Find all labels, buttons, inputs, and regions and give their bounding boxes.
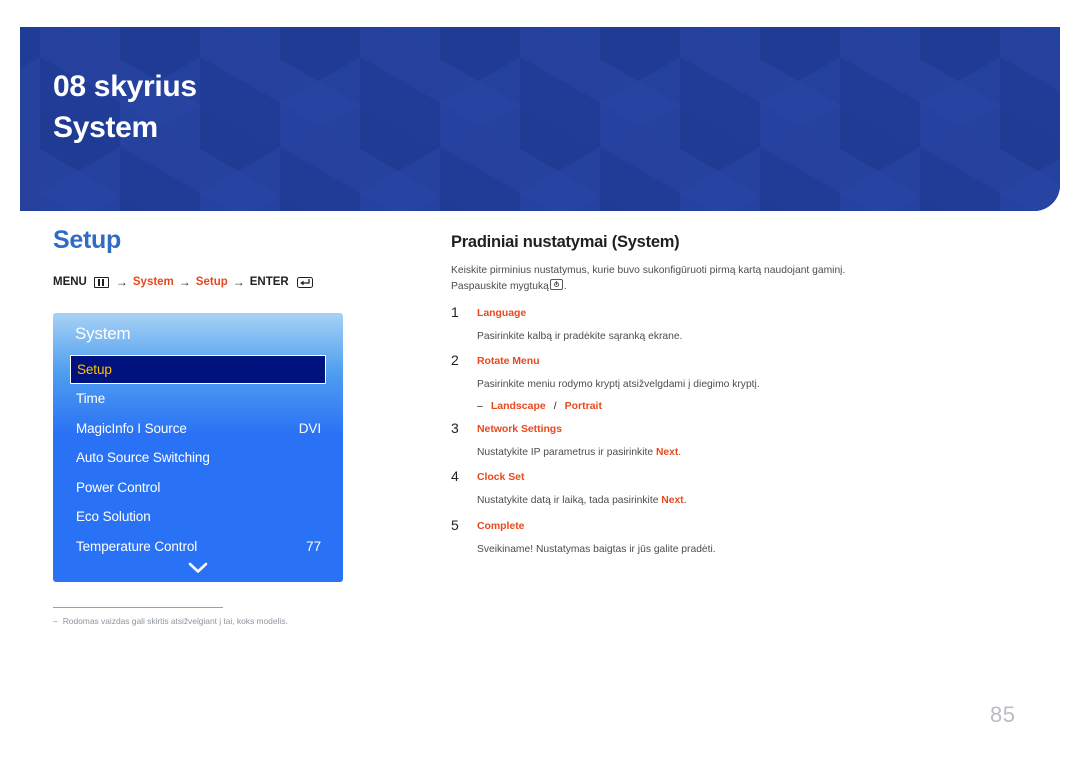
step-number: 5 — [451, 516, 459, 533]
steps-list: 1 Language Pasirinkite kalbą ir pradėkit… — [451, 305, 871, 557]
step-item: 5 Complete Sveikiname! Nustatymas baigta… — [451, 516, 871, 557]
osd-item-label: Eco Solution — [76, 509, 151, 525]
step-number: 3 — [451, 419, 459, 436]
step-heading: Complete — [477, 519, 525, 532]
page-number: 85 — [990, 702, 1016, 727]
osd-item-label: Temperature Control — [76, 538, 198, 554]
step-item: 2 Rotate Menu Pasirinkite meniu rodymo k… — [451, 352, 871, 412]
osd-item-power-control[interactable]: Power Control — [53, 473, 343, 503]
right-column: Pradiniai nustatymai (System) Keiskite p… — [451, 233, 871, 557]
step-heading: Network Settings — [477, 422, 562, 435]
chevron-down-icon — [188, 562, 208, 573]
sub-option-portrait: Portrait — [564, 399, 602, 412]
left-column: Setup MENU → System → Setup → ENTER — [53, 228, 413, 289]
page-title: Setup — [53, 226, 121, 254]
osd-item-eco-solution[interactable]: Eco Solution — [53, 502, 343, 532]
breadcrumb-enter-label: ENTER — [249, 276, 289, 288]
step-text-before: Pasirinkite meniu rodymo kryptį atsižvel… — [477, 379, 760, 391]
step-body: Complete Sveikiname! Nustatymas baigtas … — [477, 518, 871, 557]
sub-option-separator: / — [553, 399, 557, 412]
osd-item-label: Power Control — [76, 479, 161, 495]
step-text-before: Pasirinkite kalbą ir pradėkite sąranką e… — [477, 331, 683, 343]
step-number: 4 — [451, 468, 459, 485]
chapter-banner: 08 skyrius System — [20, 27, 1060, 211]
breadcrumb-arrow-1: → — [115, 275, 128, 289]
sub-option-dash: – — [477, 399, 483, 412]
osd-item-label: Auto Source Switching — [76, 450, 210, 466]
footnote-block: – Rodomas vaizdas gali skirtis atsižvelg… — [53, 607, 353, 626]
step-item: 4 Clock Set Nustatykite datą ir laiką, t… — [451, 469, 871, 508]
step-heading: Language — [477, 307, 527, 320]
step-body: Network Settings Nustatykite IP parametr… — [477, 421, 871, 460]
step-highlight: Next — [655, 446, 679, 458]
chapter-label: 08 skyrius — [53, 70, 197, 103]
osd-scroll-down-button[interactable] — [53, 562, 343, 574]
osd-item-auto-source-switching[interactable]: Auto Source Switching — [53, 443, 343, 473]
step-text-before: Nustatykite IP parametrus ir pasirinkite — [477, 446, 656, 458]
right-description-text: Keiskite pirminius nustatymus, kurie buv… — [451, 265, 846, 293]
step-heading: Rotate Menu — [477, 355, 540, 368]
footnote-dash: – — [53, 616, 58, 626]
osd-item-time[interactable]: Time — [53, 384, 343, 414]
step-body: Language Pasirinkite kalbą ir pradėkite … — [477, 305, 871, 344]
step-heading: Clock Set — [477, 471, 525, 484]
breadcrumb-item-system[interactable]: System — [133, 276, 174, 288]
osd-item-temperature-control[interactable]: Temperature Control 77 — [53, 532, 343, 562]
footnote-divider — [53, 607, 223, 608]
right-section-title: Pradiniai nustatymai (System) — [451, 233, 680, 251]
step-highlight: Next — [661, 495, 684, 507]
step-number: 1 — [451, 304, 459, 321]
banner-title-block: 08 skyrius System — [53, 71, 197, 143]
step-item: 3 Network Settings Nustatykite IP parame… — [451, 419, 871, 460]
breadcrumb: MENU → System → Setup → ENTER — [53, 275, 413, 289]
step-text-before: Sveikiname! Nustatymas baigtas ir jūs ga… — [477, 543, 716, 555]
step-text: Nustatykite IP parametrus ir pasirinkite… — [477, 445, 871, 460]
osd-panel-title: System — [75, 324, 131, 343]
osd-item-magicinfo-i-source[interactable]: MagicInfo I Source DVI — [53, 414, 343, 444]
right-description: Keiskite pirminius nustatymus, kurie buv… — [451, 263, 871, 295]
breadcrumb-arrow-2: → — [178, 275, 191, 289]
breadcrumb-item-setup[interactable]: Setup — [196, 276, 228, 288]
osd-item-setup[interactable]: Setup — [70, 355, 326, 384]
step-text-after: . — [683, 495, 687, 507]
menu-grid-icon — [93, 276, 109, 288]
step-sub-options: – Landscape / Portrait — [477, 400, 871, 412]
right-description-text-end: . — [563, 281, 567, 293]
step-text: Sveikiname! Nustatymas baigtas ir jūs ga… — [477, 542, 871, 557]
power-button-icon — [549, 279, 563, 291]
step-number: 2 — [451, 352, 459, 369]
osd-menu-list: Setup Time MagicInfo I Source DVI Auto S… — [53, 355, 343, 561]
footnote-text: Rodomas vaizdas gali skirtis atsižvelgia… — [62, 616, 288, 626]
breadcrumb-arrow-3: → — [232, 275, 245, 289]
step-item: 1 Language Pasirinkite kalbą ir pradėkit… — [451, 305, 871, 344]
breadcrumb-menu-label: MENU — [53, 276, 87, 288]
step-body: Rotate Menu Pasirinkite meniu rodymo kry… — [477, 353, 871, 411]
step-text-after: . — [678, 446, 682, 458]
osd-item-value: 77 — [306, 538, 321, 554]
step-text-before: Nustatykite datą ir laiką, tada pasirink… — [477, 495, 662, 507]
osd-menu-panel: System Setup Time MagicInfo I Source DVI… — [53, 313, 343, 582]
step-text: Nustatykite datą ir laiką, tada pasirink… — [477, 493, 871, 508]
step-text: Pasirinkite kalbą ir pradėkite sąranką e… — [477, 329, 871, 344]
osd-item-label: Setup — [77, 362, 112, 377]
osd-item-label: MagicInfo I Source — [76, 420, 187, 436]
osd-item-value: DVI — [298, 420, 321, 436]
step-text: Pasirinkite meniu rodymo kryptį atsižvel… — [477, 377, 871, 392]
footnote: – Rodomas vaizdas gali skirtis atsižvelg… — [53, 616, 353, 626]
chapter-title: System — [53, 110, 158, 144]
step-body: Clock Set Nustatykite datą ir laiką, tad… — [477, 469, 871, 508]
sub-option-landscape: Landscape — [490, 399, 546, 412]
enter-return-icon — [296, 276, 313, 288]
osd-item-label: Time — [76, 391, 106, 407]
